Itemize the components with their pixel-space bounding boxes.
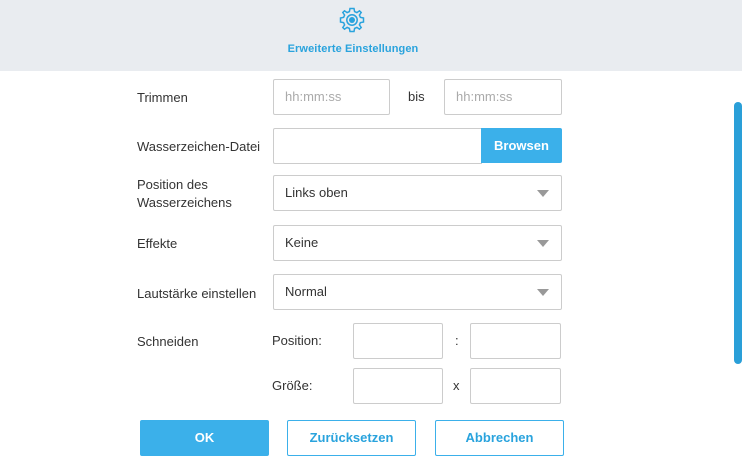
watermark-position-label-line1: Position des <box>137 177 208 192</box>
crop-position-x-input[interactable] <box>353 323 443 359</box>
chevron-down-icon <box>537 289 549 296</box>
watermark-file-label: Wasserzeichen-Datei <box>137 139 261 154</box>
trim-separator: bis <box>408 89 425 104</box>
effects-value: Keine <box>285 235 319 250</box>
crop-position-y-input[interactable] <box>470 323 561 359</box>
volume-select[interactable]: Normal <box>273 274 562 310</box>
crop-position-label: Position: <box>272 333 322 348</box>
watermark-file-input[interactable] <box>273 128 482 164</box>
crop-width-input[interactable] <box>353 368 443 404</box>
crop-size-label: Größe: <box>272 378 313 393</box>
gear-icon <box>337 5 367 35</box>
tab-label: Erweiterte Einstellungen <box>287 43 419 55</box>
watermark-position-select[interactable]: Links oben <box>273 175 562 211</box>
ok-button[interactable]: OK <box>140 420 269 456</box>
crop-label: Schneiden <box>137 334 199 349</box>
volume-label: Lautstärke einstellen <box>137 286 257 301</box>
crop-height-input[interactable] <box>470 368 561 404</box>
browse-button[interactable]: Browsen <box>481 128 562 163</box>
watermark-position-value: Links oben <box>285 185 348 200</box>
trim-from-input[interactable]: hh:mm:ss <box>273 79 390 115</box>
header-bar: Erweiterte Einstellungen <box>0 0 742 71</box>
scrollbar-thumb[interactable] <box>734 102 742 364</box>
chevron-down-icon <box>537 190 549 197</box>
trim-label: Trimmen <box>137 90 188 105</box>
effects-select[interactable]: Keine <box>273 225 562 261</box>
volume-value: Normal <box>285 284 327 299</box>
effects-label: Effekte <box>137 236 178 251</box>
crop-position-separator: : <box>455 333 459 348</box>
chevron-down-icon <box>537 240 549 247</box>
tab-advanced-settings[interactable]: Erweiterte Einstellungen <box>280 4 426 66</box>
crop-size-separator: x <box>453 378 460 393</box>
trim-to-input[interactable]: hh:mm:ss <box>444 79 562 115</box>
reset-button[interactable]: Zurücksetzen <box>287 420 416 456</box>
watermark-position-label-line2: Wasserzeichens <box>137 195 232 210</box>
cancel-button[interactable]: Abbrechen <box>435 420 564 456</box>
